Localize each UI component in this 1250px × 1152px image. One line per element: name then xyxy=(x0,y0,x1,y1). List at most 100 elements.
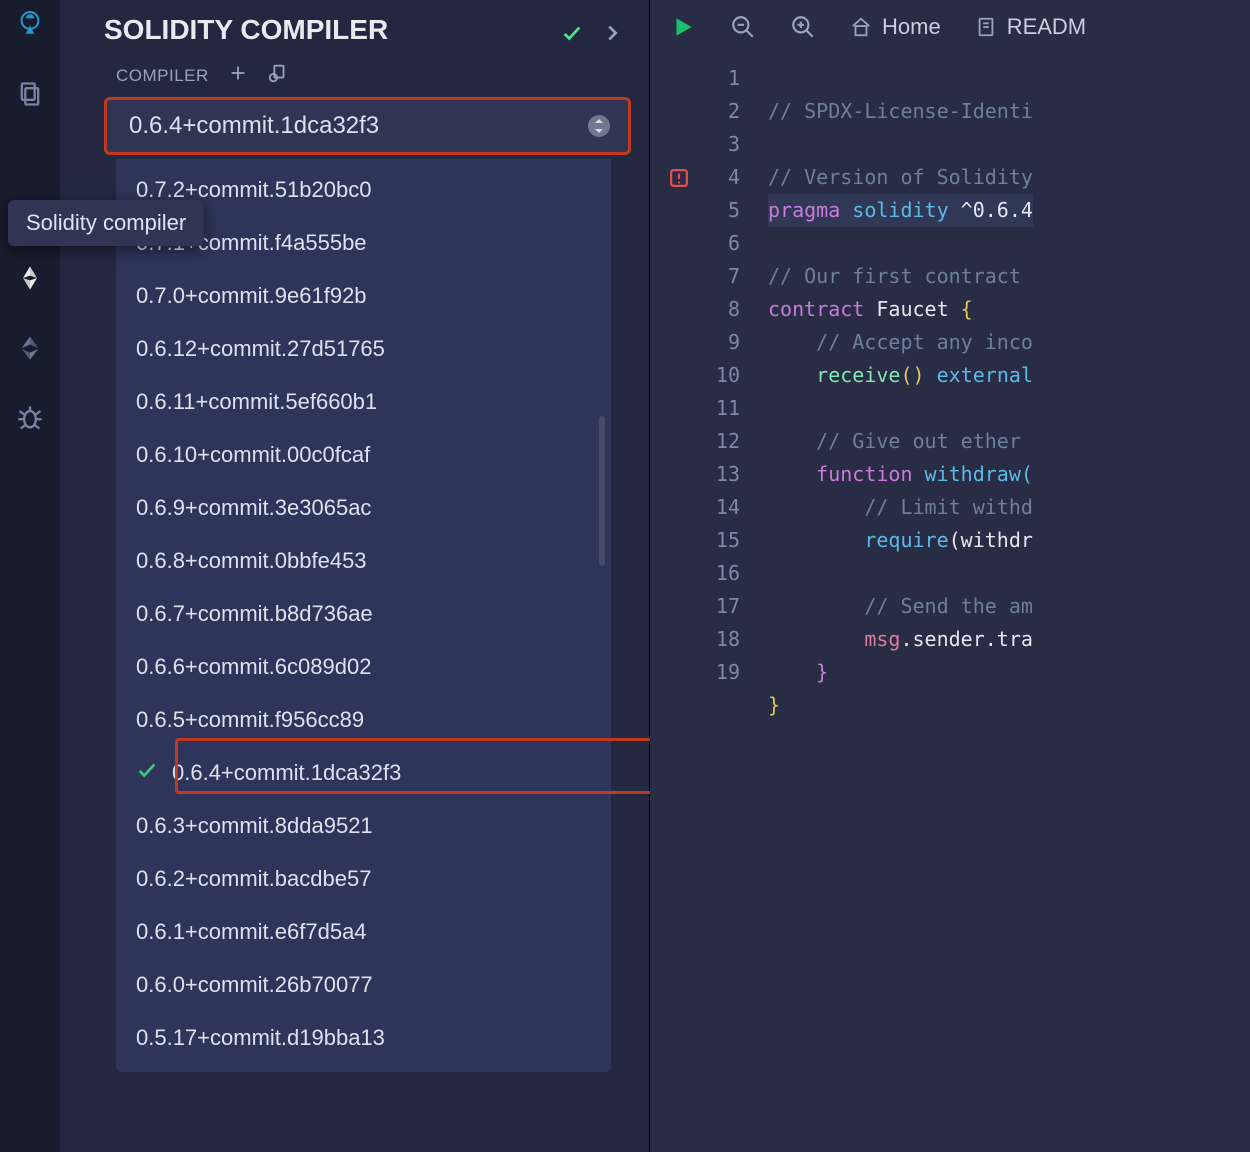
version-option[interactable]: 0.6.5+commit.f956cc89 xyxy=(116,693,611,746)
line-number: 8 xyxy=(650,293,740,326)
line-number: 2 xyxy=(650,95,740,128)
line-number: 12 xyxy=(650,425,740,458)
t: (withdr xyxy=(949,528,1033,552)
version-option[interactable]: 0.6.6+commit.6c089d02 xyxy=(116,640,611,693)
version-option-label: 0.6.7+commit.b8d736ae xyxy=(136,601,373,627)
file-explorer-icon[interactable] xyxy=(12,76,48,112)
t: solidity xyxy=(852,198,948,222)
zoom-in-icon[interactable] xyxy=(790,14,816,40)
code-line: // Give out ether xyxy=(816,429,1033,453)
version-option-label: 0.6.12+commit.27d51765 xyxy=(136,336,385,362)
line-number: 19 xyxy=(650,656,740,689)
t: withdraw( xyxy=(925,462,1033,486)
version-option[interactable]: 0.6.11+commit.5ef660b1 xyxy=(116,375,611,428)
version-option[interactable]: 0.6.4+commit.1dca32f3 xyxy=(116,746,611,799)
solidity-compiler-icon[interactable] xyxy=(12,260,48,296)
activity-bar xyxy=(0,0,60,1152)
compiler-version-dropdown: 0.7.2+commit.51b20bc00.7.1+commit.f4a555… xyxy=(116,159,611,1072)
line-number: 13 xyxy=(650,458,740,491)
line-number: 3 xyxy=(650,128,740,161)
line-number: 10 xyxy=(650,359,740,392)
t: { xyxy=(961,297,973,321)
t: msg xyxy=(864,627,900,651)
check-icon[interactable] xyxy=(561,19,583,41)
tab-home-label: Home xyxy=(882,14,941,40)
version-option-label: 0.5.17+commit.d19bba13 xyxy=(136,1025,385,1051)
version-option-label: 0.6.11+commit.5ef660b1 xyxy=(136,389,377,415)
version-option-label: 0.6.3+commit.8dda9521 xyxy=(136,813,373,839)
version-option-label: 0.6.2+commit.bacdbe57 xyxy=(136,866,371,892)
version-option[interactable]: 0.6.12+commit.27d51765 xyxy=(116,322,611,375)
compiler-tab-row: COMPILER xyxy=(60,56,649,97)
version-option-label: 0.6.4+commit.1dca32f3 xyxy=(172,760,401,786)
compiler-panel: SOLIDITY COMPILER COMPILER 0.6.4+commit.… xyxy=(60,0,650,1152)
version-option[interactable]: 0.6.3+commit.8dda9521 xyxy=(116,799,611,852)
tab-readme-label: READM xyxy=(1007,14,1086,40)
compiler-version-selected: 0.6.4+commit.1dca32f3 xyxy=(129,112,379,140)
code-area: 12345678910111213141516171819 // SPDX-Li… xyxy=(650,54,1250,1152)
code-line: // SPDX-License-Identi xyxy=(768,99,1033,123)
version-option[interactable]: 0.6.1+commit.e6f7d5a4 xyxy=(116,905,611,958)
tab-readme[interactable]: READM xyxy=(975,14,1086,40)
version-option-label: 0.6.0+commit.26b70077 xyxy=(136,972,373,998)
t: function xyxy=(816,462,912,486)
logo-icon[interactable] xyxy=(12,6,48,42)
version-option[interactable]: 0.6.10+commit.00c0fcaf xyxy=(116,428,611,481)
line-number: 4 xyxy=(650,161,740,194)
editor-toolbar: Home READM xyxy=(650,0,1250,54)
line-number: 11 xyxy=(650,392,740,425)
line-number: 17 xyxy=(650,590,740,623)
select-caret-icon xyxy=(588,115,610,137)
code-line: // Send the am xyxy=(864,594,1033,618)
version-option-label: 0.7.0+commit.9e61f92b xyxy=(136,283,367,309)
version-option[interactable]: 0.6.9+commit.3e3065ac xyxy=(116,481,611,534)
version-option[interactable]: 0.6.8+commit.0bbfe453 xyxy=(116,534,611,587)
t: .sender.tra xyxy=(900,627,1032,651)
version-option[interactable]: 0.5.17+commit.d19bba13 xyxy=(116,1011,611,1064)
link-file-icon[interactable] xyxy=(267,62,289,89)
version-option-label: 0.6.9+commit.3e3065ac xyxy=(136,495,371,521)
version-option[interactable]: 0.6.7+commit.b8d736ae xyxy=(116,587,611,640)
version-option-label: 0.6.8+commit.0bbfe453 xyxy=(136,548,367,574)
line-number: 9 xyxy=(650,326,740,359)
code-line: // Limit withd xyxy=(864,495,1033,519)
t: receive xyxy=(816,363,900,387)
t: } xyxy=(816,660,828,684)
zoom-out-icon[interactable] xyxy=(730,14,756,40)
check-icon xyxy=(136,759,158,787)
t: pragma xyxy=(768,198,840,222)
t: require xyxy=(864,528,948,552)
line-number: 15 xyxy=(650,524,740,557)
error-icon[interactable] xyxy=(670,164,688,182)
version-option[interactable]: 0.6.2+commit.bacdbe57 xyxy=(116,852,611,905)
t: ^0.6.4 xyxy=(961,198,1033,222)
version-option[interactable]: 0.6.0+commit.26b70077 xyxy=(116,958,611,1011)
code-body[interactable]: // SPDX-License-Identi // Version of Sol… xyxy=(758,54,1033,1152)
tab-home[interactable]: Home xyxy=(850,14,941,40)
editor-area: Home READM 12345678910111213141516171819… xyxy=(650,0,1250,1152)
line-number: 7 xyxy=(650,260,740,293)
line-number: 5 xyxy=(650,194,740,227)
code-line: // Version of Solidity xyxy=(768,165,1033,189)
compiler-version-select[interactable]: 0.6.4+commit.1dca32f3 xyxy=(104,97,631,155)
debugger-icon[interactable] xyxy=(12,400,48,436)
version-option-label: 0.7.2+commit.51b20bc0 xyxy=(136,177,371,203)
panel-title: SOLIDITY COMPILER xyxy=(104,14,388,46)
version-option-label: 0.6.10+commit.00c0fcaf xyxy=(136,442,370,468)
t: Faucet xyxy=(876,297,948,321)
version-option-label: 0.6.6+commit.6c089d02 xyxy=(136,654,371,680)
tooltip-solidity-compiler: Solidity compiler xyxy=(8,200,204,246)
run-icon[interactable] xyxy=(670,14,696,40)
chevron-right-icon[interactable] xyxy=(601,19,623,41)
dropdown-scrollbar[interactable] xyxy=(599,416,605,566)
t: () xyxy=(900,363,924,387)
version-option-label: 0.6.5+commit.f956cc89 xyxy=(136,707,364,733)
line-number: 14 xyxy=(650,491,740,524)
line-number: 16 xyxy=(650,557,740,590)
panel-title-row: SOLIDITY COMPILER xyxy=(60,8,649,56)
compiler-tab-label[interactable]: COMPILER xyxy=(116,66,209,86)
plus-icon[interactable] xyxy=(227,62,249,89)
line-number: 6 xyxy=(650,227,740,260)
deploy-run-icon[interactable] xyxy=(12,330,48,366)
version-option[interactable]: 0.7.0+commit.9e61f92b xyxy=(116,269,611,322)
